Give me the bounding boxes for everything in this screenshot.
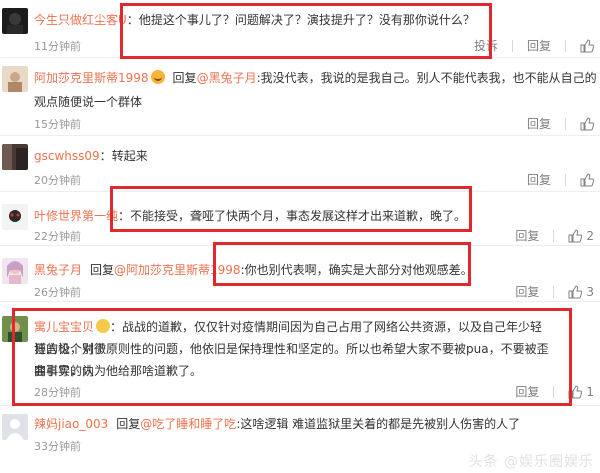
like-button[interactable]: 1 xyxy=(568,385,594,399)
mention-link[interactable]: @吃了睡和睡了吃 xyxy=(140,417,236,431)
vip-badge-icon xyxy=(96,319,111,333)
vip-badge-icon xyxy=(150,70,165,84)
username-link[interactable]: 辣妈jiao_003 xyxy=(34,417,108,431)
avatar[interactable] xyxy=(2,144,28,170)
comment-text: 叶修世界第一纯：不能接受，聋哑了快两个月，事态发展这样才出来道歉，晚了。 xyxy=(34,209,467,223)
avatar[interactable] xyxy=(2,316,28,342)
divider xyxy=(511,39,513,52)
thumbs-up-icon xyxy=(568,228,583,242)
report-button[interactable]: 投诉 xyxy=(474,37,498,54)
timestamp: 22分钟前 xyxy=(34,230,81,243)
comment-body: 我没代表，我说的是我自己。别人不能代表我，也不能从自己的 xyxy=(260,71,597,85)
timestamp: 28分钟前 xyxy=(34,386,81,399)
thumbs-up-icon xyxy=(568,384,583,398)
timestamp: 20分钟前 xyxy=(34,174,81,187)
avatar[interactable] xyxy=(2,258,28,284)
comment-actions: 回复 3 xyxy=(501,283,594,300)
comment-actions: 回复 xyxy=(513,115,594,132)
like-button[interactable]: 2 xyxy=(568,229,594,243)
comment-body: 你也别代表啊，确实是大部分对他观感差。 xyxy=(244,263,473,277)
avatar[interactable] xyxy=(2,66,28,92)
reply-button[interactable]: 回复 xyxy=(527,171,551,188)
divider xyxy=(565,173,566,186)
comment-body: 这啥逻辑 难道监狱里关着的都是先被别人伤害的人了 xyxy=(240,417,521,431)
like-button[interactable] xyxy=(580,172,594,187)
like-button[interactable] xyxy=(580,38,594,53)
like-count: 1 xyxy=(586,384,594,399)
comment-item: gscwhss09：转起来 20分钟前 回复 xyxy=(0,136,600,192)
comment-actions: 回复 xyxy=(513,171,594,188)
username-link[interactable]: 阿加莎克里斯蒂1998 xyxy=(34,71,149,85)
avatar[interactable] xyxy=(2,204,28,230)
thumbs-up-icon xyxy=(580,116,594,130)
like-button[interactable]: 3 xyxy=(568,285,594,299)
reply-button[interactable]: 回复 xyxy=(527,115,551,132)
comment-text: 今生只做红尘客U：他提这个事儿了？问题解决了？演技提升了？没有那你说什么？ xyxy=(34,13,475,27)
comment-text-continued: 容引导，认为他给那啥道歉了。 xyxy=(34,364,203,378)
username-link[interactable]: 寓儿宝宝贝 xyxy=(34,320,94,334)
divider xyxy=(553,229,555,242)
timestamp: 33分钟前 xyxy=(34,440,81,453)
username-link[interactable]: gscwhss09 xyxy=(34,149,100,163)
like-count: 3 xyxy=(586,284,594,299)
username-link[interactable]: 黑兔子月 xyxy=(34,263,82,277)
mention-link[interactable]: @黑兔子月 xyxy=(197,71,257,85)
comment-text-continued: 观点随便说一个群体 xyxy=(34,95,143,109)
comment-body: 他提这个事儿了？问题解决了？演技提升了？没有那你说什么？ xyxy=(138,13,475,27)
avatar[interactable] xyxy=(2,8,28,34)
timestamp: 15分钟前 xyxy=(34,118,81,131)
avatar[interactable] xyxy=(2,414,28,440)
thumbs-up-icon xyxy=(580,38,594,52)
divider xyxy=(565,39,566,52)
divider xyxy=(553,385,555,398)
comment-item: 黑兔子月 回复@阿加莎克里斯蒂1998:你也别代表啊，确实是大部分对他观感差。 2… xyxy=(0,246,600,302)
reply-button[interactable]: 回复 xyxy=(515,283,539,300)
comment-item: 阿加莎克里斯蒂1998 回复@黑兔子月:我没代表，我说的是我自己。别人不能代表我，… xyxy=(0,58,600,136)
divider xyxy=(565,117,566,130)
reply-button[interactable]: 回复 xyxy=(515,383,539,400)
mention-link[interactable]: @阿加莎克里斯蒂1998 xyxy=(114,263,241,277)
comment-item: 今生只做红尘客U：他提这个事儿了？问题解决了？演技提升了？没有那你说什么？ 11… xyxy=(0,0,600,58)
comment-text: 阿加莎克里斯蒂1998 回复@黑兔子月:我没代表，我说的是我自己。别人不能代表我，… xyxy=(34,70,597,85)
timestamp: 26分钟前 xyxy=(34,286,81,299)
divider xyxy=(553,285,555,298)
username-link[interactable]: 叶修世界第一纯 xyxy=(34,209,118,223)
like-button[interactable] xyxy=(580,116,594,131)
thumbs-up-icon xyxy=(568,284,583,298)
comment-actions: 投诉 回复 xyxy=(460,37,594,54)
comment-item: 叶修世界第一纯：不能接受，聋哑了快两个月，事态发展这样才出来道歉，晚了。 22分… xyxy=(0,192,600,246)
like-count: 2 xyxy=(586,228,594,243)
comment-actions: 回复 1 xyxy=(501,383,594,400)
comment-text: 辣妈jiao_003 回复@吃了睡和睡了吃:这啥逻辑 难道监狱里关着的都是先被别人… xyxy=(34,417,521,431)
comment-item: 寓儿宝宝贝 ：战战的道歉，仅仅针对疫情期间因为自己占用了网络公共资源，以及自己年少… xyxy=(0,302,600,406)
comment-text: gscwhss09：转起来 xyxy=(34,149,148,163)
comment-body: 转起来 xyxy=(111,149,148,163)
comment-body: 不能接受，聋哑了快两个月，事态发展这样才出来道歉，晚了。 xyxy=(130,209,467,223)
comment-actions: 回复 2 xyxy=(501,227,594,244)
username-link[interactable]: 今生只做红尘客U xyxy=(34,13,127,27)
reply-button[interactable]: 回复 xyxy=(527,37,551,54)
comment-text: 黑兔子月 回复@阿加莎克里斯蒂1998:你也别代表啊，确实是大部分对他观感差。 xyxy=(34,263,473,277)
thumbs-up-icon xyxy=(580,172,594,186)
reply-button[interactable]: 回复 xyxy=(515,227,539,244)
watermark: 头条 @娱乐圈娱乐 xyxy=(468,454,594,470)
timestamp: 11分钟前 xyxy=(34,40,81,53)
